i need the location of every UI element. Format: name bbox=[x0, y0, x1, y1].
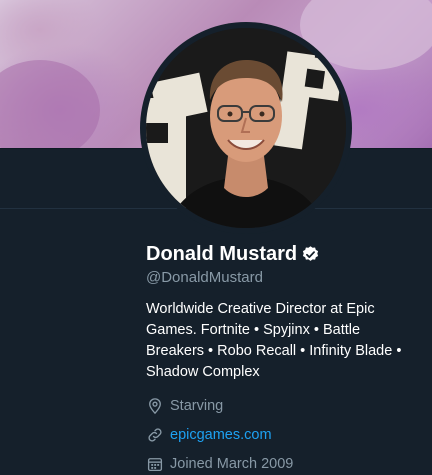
profile-name: Donald Mustard bbox=[146, 243, 298, 265]
link-icon bbox=[148, 428, 162, 442]
profile-avatar[interactable] bbox=[146, 28, 346, 228]
location-text: Starving bbox=[170, 398, 224, 414]
website-link[interactable]: epicgames.com bbox=[170, 427, 272, 443]
avatar-photo bbox=[146, 28, 346, 228]
banner-shape bbox=[0, 60, 100, 148]
verified-badge-icon bbox=[303, 245, 319, 261]
name-row: Donald Mustard bbox=[146, 240, 422, 268]
profile-joined: Joined March 2009 bbox=[146, 453, 422, 475]
location-pin-icon bbox=[149, 398, 161, 415]
profile-website: epicgames.com bbox=[146, 424, 422, 446]
profile-bio: Worldwide Creative Director at Epic Game… bbox=[146, 301, 402, 380]
joined-text: Joined March 2009 bbox=[170, 456, 294, 472]
profile-info: Donald Mustard @DonaldMustard Worldwide … bbox=[146, 240, 422, 475]
profile-location: Starving bbox=[146, 395, 422, 417]
profile-handle: @DonaldMustard bbox=[146, 269, 263, 286]
calendar-icon bbox=[147, 458, 163, 472]
